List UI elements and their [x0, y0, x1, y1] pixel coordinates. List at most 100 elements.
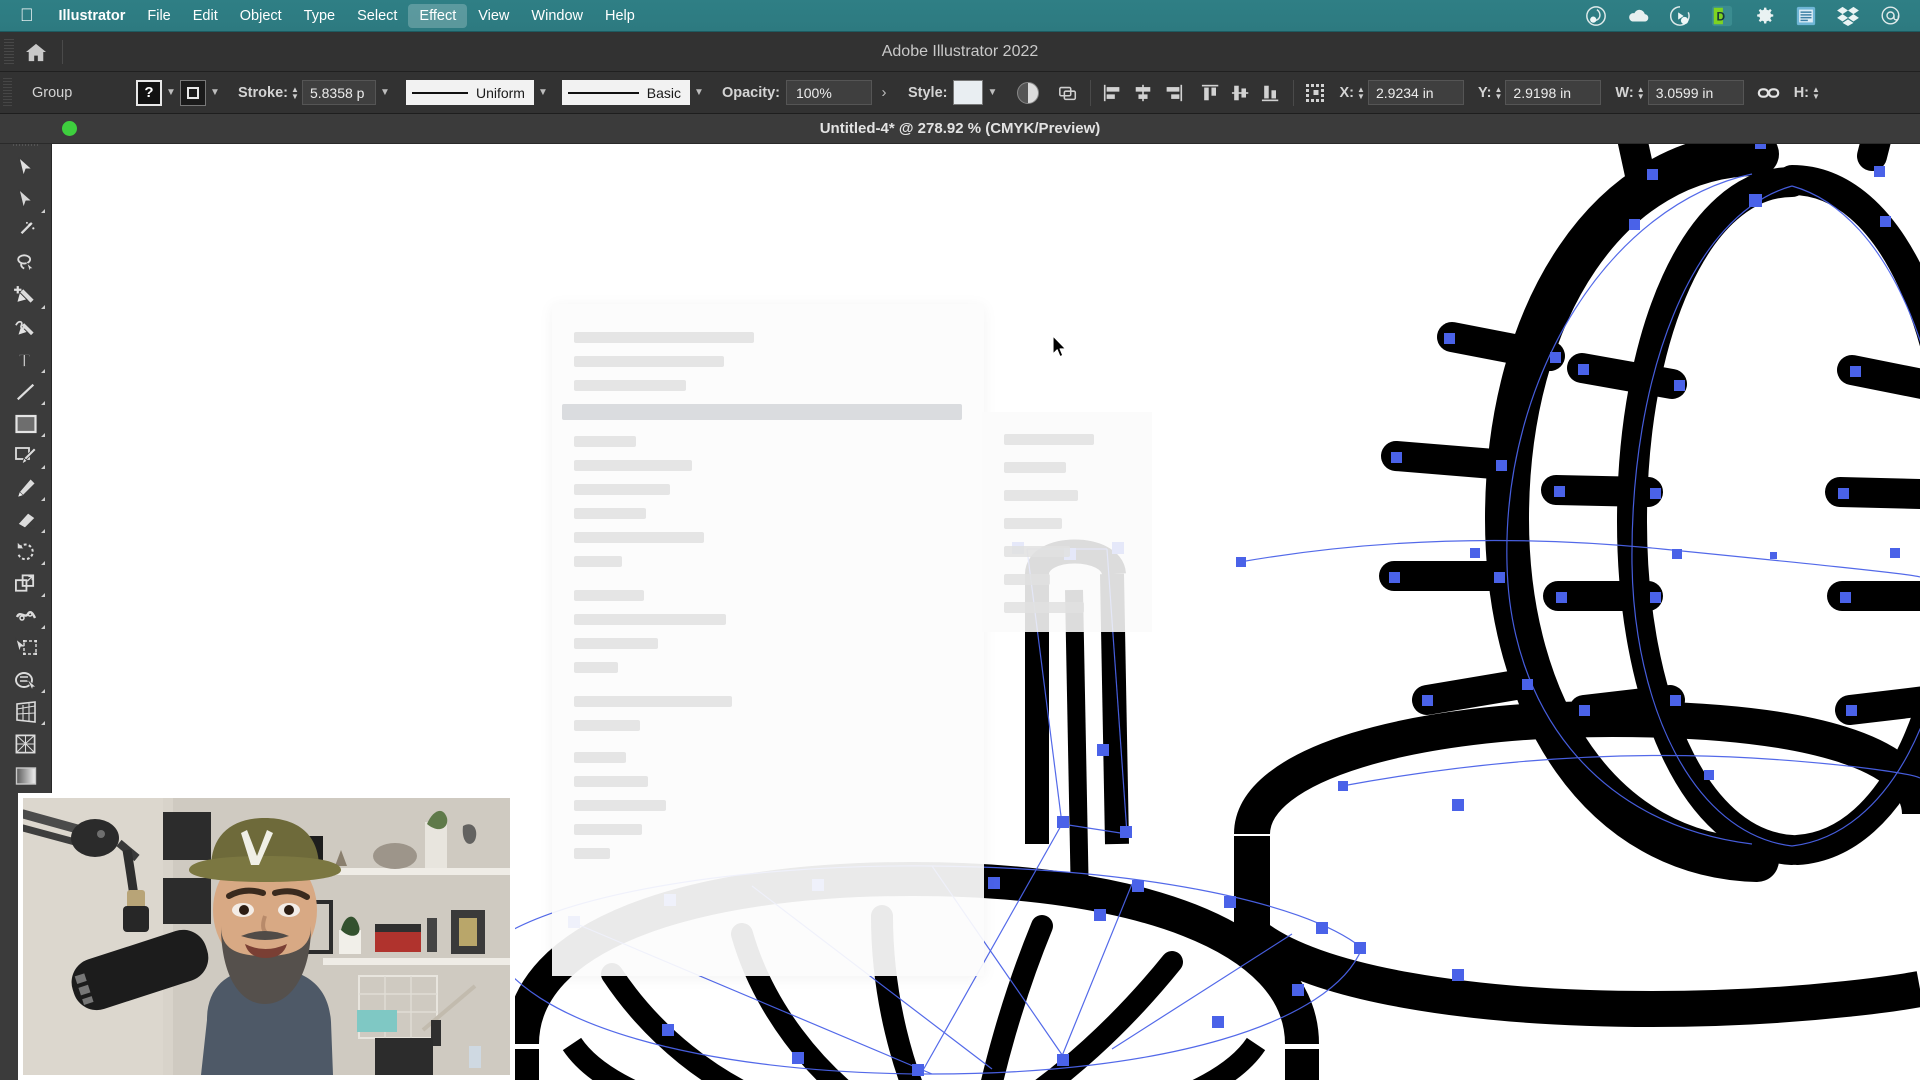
- opacity-options-button[interactable]: ›: [872, 80, 896, 106]
- menu-item-file[interactable]: File: [136, 4, 181, 28]
- align-right-icon[interactable]: [1158, 78, 1188, 108]
- free-transform-tool[interactable]: [4, 632, 48, 664]
- selection-type-label: Group: [32, 84, 73, 101]
- menu-item-object[interactable]: Object: [229, 4, 293, 28]
- transform-grid-icon[interactable]: [1301, 78, 1331, 108]
- menu-item-window[interactable]: Window: [520, 4, 594, 28]
- document-tab-bar: Untitled-4* @ 278.92 % (CMYK/Preview): [0, 114, 1920, 144]
- mesh-tool[interactable]: [4, 728, 48, 760]
- height-stepper[interactable]: ▲ ▼: [1809, 85, 1823, 100]
- control-bar-separator-2: [1293, 79, 1295, 106]
- apple-logo-icon[interactable]: : [6, 6, 48, 26]
- x-position-input[interactable]: 2.9234 in: [1367, 80, 1464, 105]
- onedrive-cloud-icon[interactable]: [1618, 0, 1658, 32]
- divvy-app-icon[interactable]: D: [1702, 0, 1742, 32]
- stroke-weight-stepper[interactable]: ▲ ▼: [288, 85, 302, 100]
- align-bottom-icon[interactable]: [1256, 78, 1286, 108]
- tool-flyout-indicator: [40, 433, 45, 437]
- document-title: Untitled-4* @ 278.92 % (CMYK/Preview): [819, 120, 1101, 137]
- type-tool[interactable]: T: [4, 344, 48, 376]
- pencil-tool[interactable]: [4, 472, 48, 504]
- brush-definition-select[interactable]: Basic: [561, 80, 690, 105]
- screen-record-icon[interactable]: [1660, 0, 1700, 32]
- width-stepper[interactable]: ▲ ▼: [1634, 85, 1648, 100]
- pen-tool[interactable]: [4, 280, 48, 312]
- menu-item-help[interactable]: Help: [594, 4, 646, 28]
- align-left-icon[interactable]: [1098, 78, 1128, 108]
- tool-flyout-indicator: [40, 465, 45, 469]
- stroke-dropdown-caret[interactable]: ▼: [206, 80, 224, 106]
- fill-dropdown-caret[interactable]: ▼: [162, 80, 180, 106]
- width-tool[interactable]: [4, 600, 48, 632]
- menu-item-illustrator[interactable]: Illustrator: [48, 4, 137, 28]
- rotate-tool[interactable]: [4, 536, 48, 568]
- control-bar-separator: [1090, 79, 1092, 106]
- menu-item-type[interactable]: Type: [293, 4, 346, 28]
- magic-wand-tool[interactable]: [4, 216, 48, 248]
- dropbox-icon[interactable]: [1828, 0, 1868, 32]
- control-bar-grip: [3, 77, 12, 108]
- menu-item-select[interactable]: Select: [346, 4, 408, 28]
- selection-tool[interactable]: [4, 152, 48, 184]
- y-position-label: Y:: [1477, 84, 1492, 101]
- align-vertical-center-icon[interactable]: [1226, 78, 1256, 108]
- tool-flyout-indicator: [40, 305, 45, 309]
- eraser-tool[interactable]: [4, 504, 48, 536]
- obs-studio-icon[interactable]: [1576, 0, 1616, 32]
- lasso-tool[interactable]: [4, 248, 48, 280]
- stroke-weight-input[interactable]: 5.8358 p: [301, 80, 376, 105]
- stroke-profile-caret[interactable]: ▼: [534, 80, 552, 106]
- gradient-tool[interactable]: [4, 760, 48, 792]
- direct-selection-tool[interactable]: [4, 184, 48, 216]
- scale-tool[interactable]: [4, 568, 48, 600]
- brush-definition-value: Basic: [646, 84, 681, 101]
- perspective-grid-tool[interactable]: [4, 696, 48, 728]
- paintbrush-tool[interactable]: [4, 440, 48, 472]
- tool-flyout-indicator: [40, 721, 45, 725]
- width-input[interactable]: 3.0599 in: [1647, 80, 1744, 105]
- height-label: H:: [1793, 84, 1809, 101]
- curvature-tool[interactable]: [4, 312, 48, 344]
- macos-menu-bar:  Illustrator File Edit Object Type Sele…: [0, 0, 1920, 32]
- stroke-profile-select[interactable]: Uniform: [405, 80, 534, 105]
- brush-definition-caret[interactable]: ▼: [690, 80, 708, 106]
- tool-flyout-indicator: [40, 497, 45, 501]
- y-position-stepper[interactable]: ▲ ▼: [1491, 85, 1505, 100]
- tool-flyout-indicator: [40, 561, 45, 565]
- link-chain-icon[interactable]: [1754, 78, 1784, 108]
- menu-bar-status-icons: D: [1576, 0, 1914, 32]
- menu-item-effect[interactable]: Effect: [408, 3, 468, 28]
- rectangle-tool[interactable]: [4, 408, 48, 440]
- y-position-input[interactable]: 2.9198 in: [1505, 80, 1602, 105]
- at-symbol-icon[interactable]: [1870, 0, 1910, 32]
- align-top-icon[interactable]: [1196, 78, 1226, 108]
- line-segment-tool[interactable]: [4, 376, 48, 408]
- graphic-style-swatch[interactable]: [953, 80, 984, 105]
- home-icon[interactable]: [14, 32, 58, 72]
- toolbar-divider: [62, 39, 63, 64]
- recolor-artwork-icon[interactable]: [1053, 78, 1083, 108]
- x-position-stepper[interactable]: ▲ ▼: [1354, 85, 1368, 100]
- svg-text:D: D: [1717, 9, 1726, 23]
- tool-flyout-indicator: [40, 401, 45, 405]
- webcam-overlay: Fernan: [18, 793, 515, 1080]
- text-document-icon[interactable]: [1786, 0, 1826, 32]
- menu-item-view[interactable]: View: [467, 4, 520, 28]
- graphic-style-caret[interactable]: ▼: [983, 80, 1001, 106]
- stroke-weight-caret[interactable]: ▼: [376, 80, 394, 106]
- recording-dot: [62, 121, 77, 136]
- tool-flyout-indicator: [40, 209, 45, 213]
- opacity-label: Opacity:: [721, 84, 780, 101]
- page-title: Adobe Illustrator 2022: [881, 42, 1039, 60]
- fill-color-swatch[interactable]: ?: [136, 79, 162, 106]
- tool-flyout-indicator: [40, 689, 45, 693]
- align-horizontal-center-icon[interactable]: [1128, 78, 1158, 108]
- opacity-dial-icon[interactable]: [1017, 81, 1040, 104]
- tool-flyout-indicator: [40, 529, 45, 533]
- menu-item-edit[interactable]: Edit: [182, 4, 229, 28]
- stroke-color-swatch[interactable]: [180, 79, 206, 106]
- shape-builder-tool[interactable]: [4, 664, 48, 696]
- opacity-input[interactable]: 100%: [785, 80, 872, 105]
- gear-icon[interactable]: [1744, 0, 1784, 32]
- width-label: W:: [1615, 84, 1634, 101]
